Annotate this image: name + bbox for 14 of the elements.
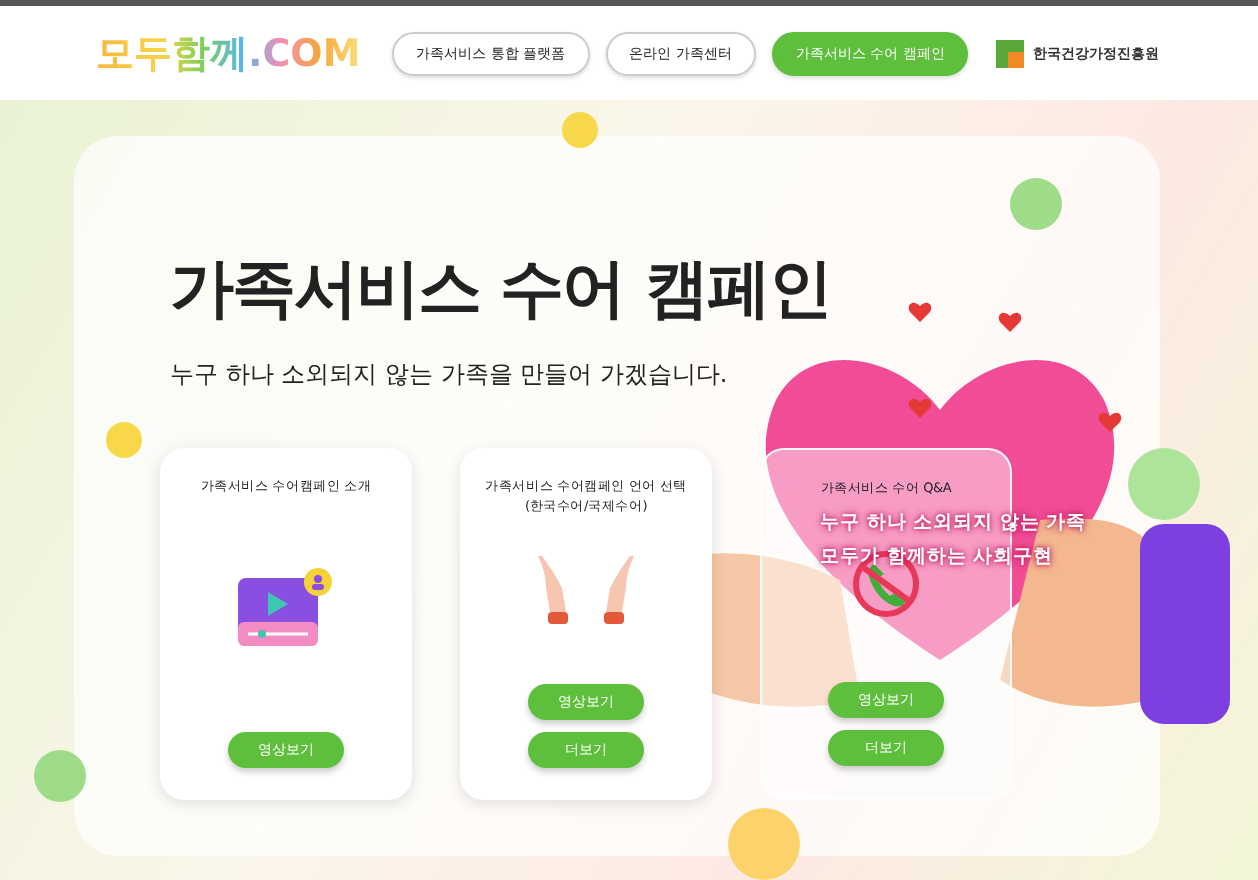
page-subtitle: 누구 하나 소외되지 않는 가족을 만들어 가겠습니다. — [170, 358, 730, 392]
page-title: 가족서비스 수어 캠페인 — [170, 248, 831, 330]
video-player-icon — [238, 566, 334, 650]
heart-decoration — [998, 310, 1022, 334]
heart-decoration — [908, 300, 932, 324]
heart-decoration — [908, 396, 932, 420]
sphere-decoration — [728, 808, 800, 880]
sphere-decoration — [1010, 178, 1062, 230]
sphere-decoration — [562, 112, 598, 148]
org-logo-icon — [996, 39, 1025, 67]
sphere-decoration — [1128, 448, 1200, 520]
sphere-decoration — [106, 422, 142, 458]
sphere-decoration — [34, 750, 86, 802]
heart-decoration — [1098, 410, 1122, 434]
